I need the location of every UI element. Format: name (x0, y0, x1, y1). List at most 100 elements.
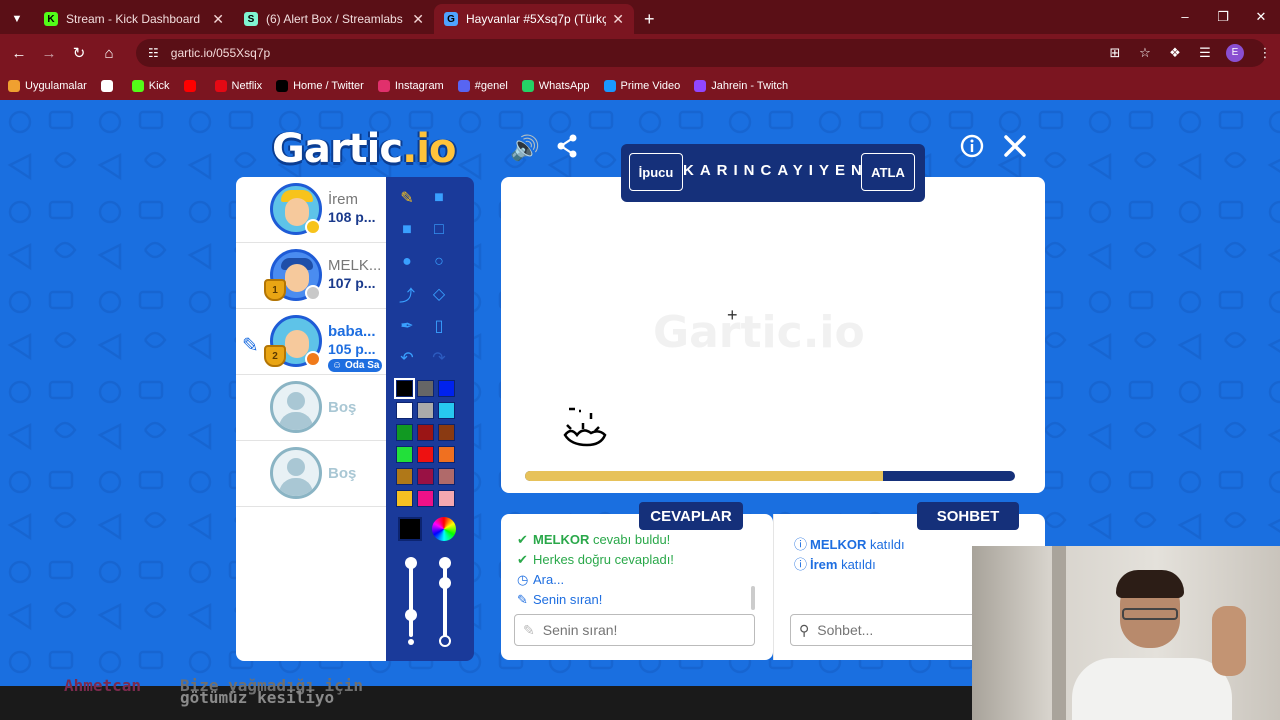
install-app-icon[interactable]: ⊞ (1100, 45, 1130, 61)
player-score: 105 p... (328, 341, 376, 357)
menu-icon[interactable]: ⋮ (1250, 45, 1280, 61)
reload-button[interactable]: ↻ (64, 44, 94, 62)
browser-tab[interactable]: S (6) Alert Box / Streamlabs ✕ (234, 4, 434, 34)
color-wheel-icon[interactable] (432, 517, 456, 541)
home-button[interactable]: ⌂ (94, 45, 124, 62)
tab-close-icon[interactable]: ✕ (612, 11, 624, 28)
maximize-button[interactable]: ❐ (1204, 0, 1242, 34)
redo-icon[interactable]: ↷ (424, 343, 454, 373)
info-icon: ⓘ (794, 537, 808, 552)
color-swatch[interactable] (438, 490, 455, 507)
color-swatch[interactable] (417, 446, 434, 463)
color-swatch[interactable] (417, 468, 434, 485)
toolbar-actions: ⊞ ☆ ❖ ☰ E ⋮ (1100, 34, 1280, 72)
close-window-button[interactable]: ✕ (1242, 0, 1280, 34)
empty-player-slot[interactable]: Boş (236, 441, 386, 507)
bookmark-star-icon[interactable]: ☆ (1130, 45, 1160, 61)
color-swatch[interactable] (417, 380, 434, 397)
player-score: 107 p... (328, 275, 376, 291)
bookmark-item[interactable]: Kick (131, 80, 170, 92)
color-swatch[interactable] (438, 402, 455, 419)
kick-icon (131, 80, 144, 92)
profile-avatar[interactable]: E (1226, 44, 1244, 62)
bookmark-item[interactable]: WhatsApp (521, 80, 590, 92)
pencil-tool-icon[interactable]: ✎ (392, 183, 422, 213)
color-swatch[interactable] (438, 446, 455, 463)
color-swatch[interactable] (396, 446, 413, 463)
color-swatch[interactable] (417, 402, 434, 419)
back-button[interactable]: ← (4, 45, 34, 62)
answer-message: ✔ MELKOR cevabı buldu! (517, 532, 671, 547)
eraser-tool-icon[interactable]: ◇ (424, 279, 454, 309)
eyedropper-tool-icon[interactable]: ✒ (392, 311, 422, 341)
address-bar[interactable]: ☷ gartic.io/055Xsq7p (136, 39, 1266, 67)
browser-tab[interactable]: K Stream - Kick Dashboard ✕ (34, 4, 234, 34)
new-tab-button[interactable]: + (644, 4, 655, 34)
bookmark-item[interactable]: Netflix (214, 80, 262, 92)
chat-input[interactable] (817, 622, 988, 638)
color-swatch[interactable] (438, 424, 455, 441)
twitch-icon (694, 80, 707, 92)
prime-icon (603, 80, 616, 92)
bookmark-item[interactable]: Prime Video (603, 80, 680, 92)
bookmark-item[interactable]: Uygulamalar (8, 80, 87, 92)
empty-player-slot[interactable]: Boş (236, 375, 386, 441)
color-swatch[interactable] (394, 378, 415, 399)
line-tool-icon[interactable]: ⤴ (392, 279, 422, 309)
bookmark-item[interactable]: Jahrein - Twitch (694, 80, 788, 92)
player-row[interactable]: 1 MELK... 107 p... (236, 243, 386, 309)
minimize-button[interactable]: – (1166, 0, 1204, 34)
tab-close-icon[interactable]: ✕ (412, 11, 424, 28)
bookmark-item[interactable]: #genel (457, 80, 508, 92)
bookmark-item[interactable] (183, 80, 201, 92)
share-icon[interactable] (556, 134, 578, 165)
forward-button[interactable]: → (34, 45, 64, 62)
bookmark-item[interactable]: Home / Twitter (276, 80, 364, 92)
extensions-icon[interactable]: ❖ (1160, 45, 1190, 61)
current-color-swatch[interactable] (398, 517, 422, 541)
answers-scrollbar[interactable] (751, 586, 755, 610)
tab-strip: K Stream - Kick Dashboard ✕ S (6) Alert Box … (34, 4, 634, 34)
window-controls: – ❐ ✕ (1166, 0, 1280, 34)
browser-tab[interactable]: G Hayvanlar #5Xsq7p (Türkçe) - G ✕ (434, 4, 634, 34)
filled-circle-tool-icon[interactable]: ● (392, 247, 422, 277)
hint-button[interactable]: İpucu (629, 153, 683, 191)
color-swatch[interactable] (396, 402, 413, 419)
answer-input-box[interactable]: ✎ (514, 614, 755, 646)
check-icon: ✔ (517, 532, 528, 547)
exit-icon[interactable] (1003, 134, 1027, 165)
color-swatch[interactable] (396, 424, 413, 441)
apps-grid-icon (8, 80, 20, 92)
color-swatch[interactable] (438, 380, 455, 397)
answer-input[interactable] (542, 622, 713, 638)
youtube-icon (183, 80, 196, 92)
page-tool-icon[interactable]: ▯ (424, 311, 454, 341)
player-row[interactable]: ✎ 2 baba... 105 p... ☺ Oda Sa (236, 309, 386, 375)
skip-button[interactable]: ATLA (861, 153, 915, 191)
opacity-slider[interactable] (439, 557, 451, 637)
sound-icon[interactable]: 🔊 (510, 134, 540, 163)
fill-bucket-tool-icon[interactable]: ■ (424, 183, 454, 213)
tab-close-icon[interactable]: ✕ (212, 11, 224, 28)
bookmark-item[interactable] (100, 80, 118, 92)
undo-icon[interactable]: ↶ (392, 343, 422, 373)
color-swatch[interactable] (417, 490, 434, 507)
bookmark-item[interactable]: Instagram (377, 80, 444, 92)
site-info-icon[interactable]: ☷ (148, 46, 159, 60)
circle-tool-icon[interactable]: ○ (424, 247, 454, 277)
tab-search-button[interactable]: ▼ (0, 4, 34, 34)
media-control-icon[interactable]: ☰ (1190, 45, 1220, 61)
gartic-logo[interactable]: Gartic.io (272, 126, 456, 172)
color-swatch[interactable] (438, 468, 455, 485)
rectangle-tool-icon[interactable]: □ (424, 215, 454, 245)
bookmark-label: Jahrein - Twitch (711, 80, 789, 92)
player-row[interactable]: İrem 108 p... (236, 177, 386, 243)
filled-rectangle-tool-icon[interactable]: ■ (392, 215, 422, 245)
drawing-canvas[interactable]: Gartic.io + (501, 177, 1045, 493)
webcam-overlay (972, 546, 1280, 720)
color-swatch[interactable] (417, 424, 434, 441)
color-swatch[interactable] (396, 490, 413, 507)
brush-size-slider[interactable] (405, 557, 417, 637)
info-icon[interactable] (960, 134, 984, 165)
color-swatch[interactable] (396, 468, 413, 485)
